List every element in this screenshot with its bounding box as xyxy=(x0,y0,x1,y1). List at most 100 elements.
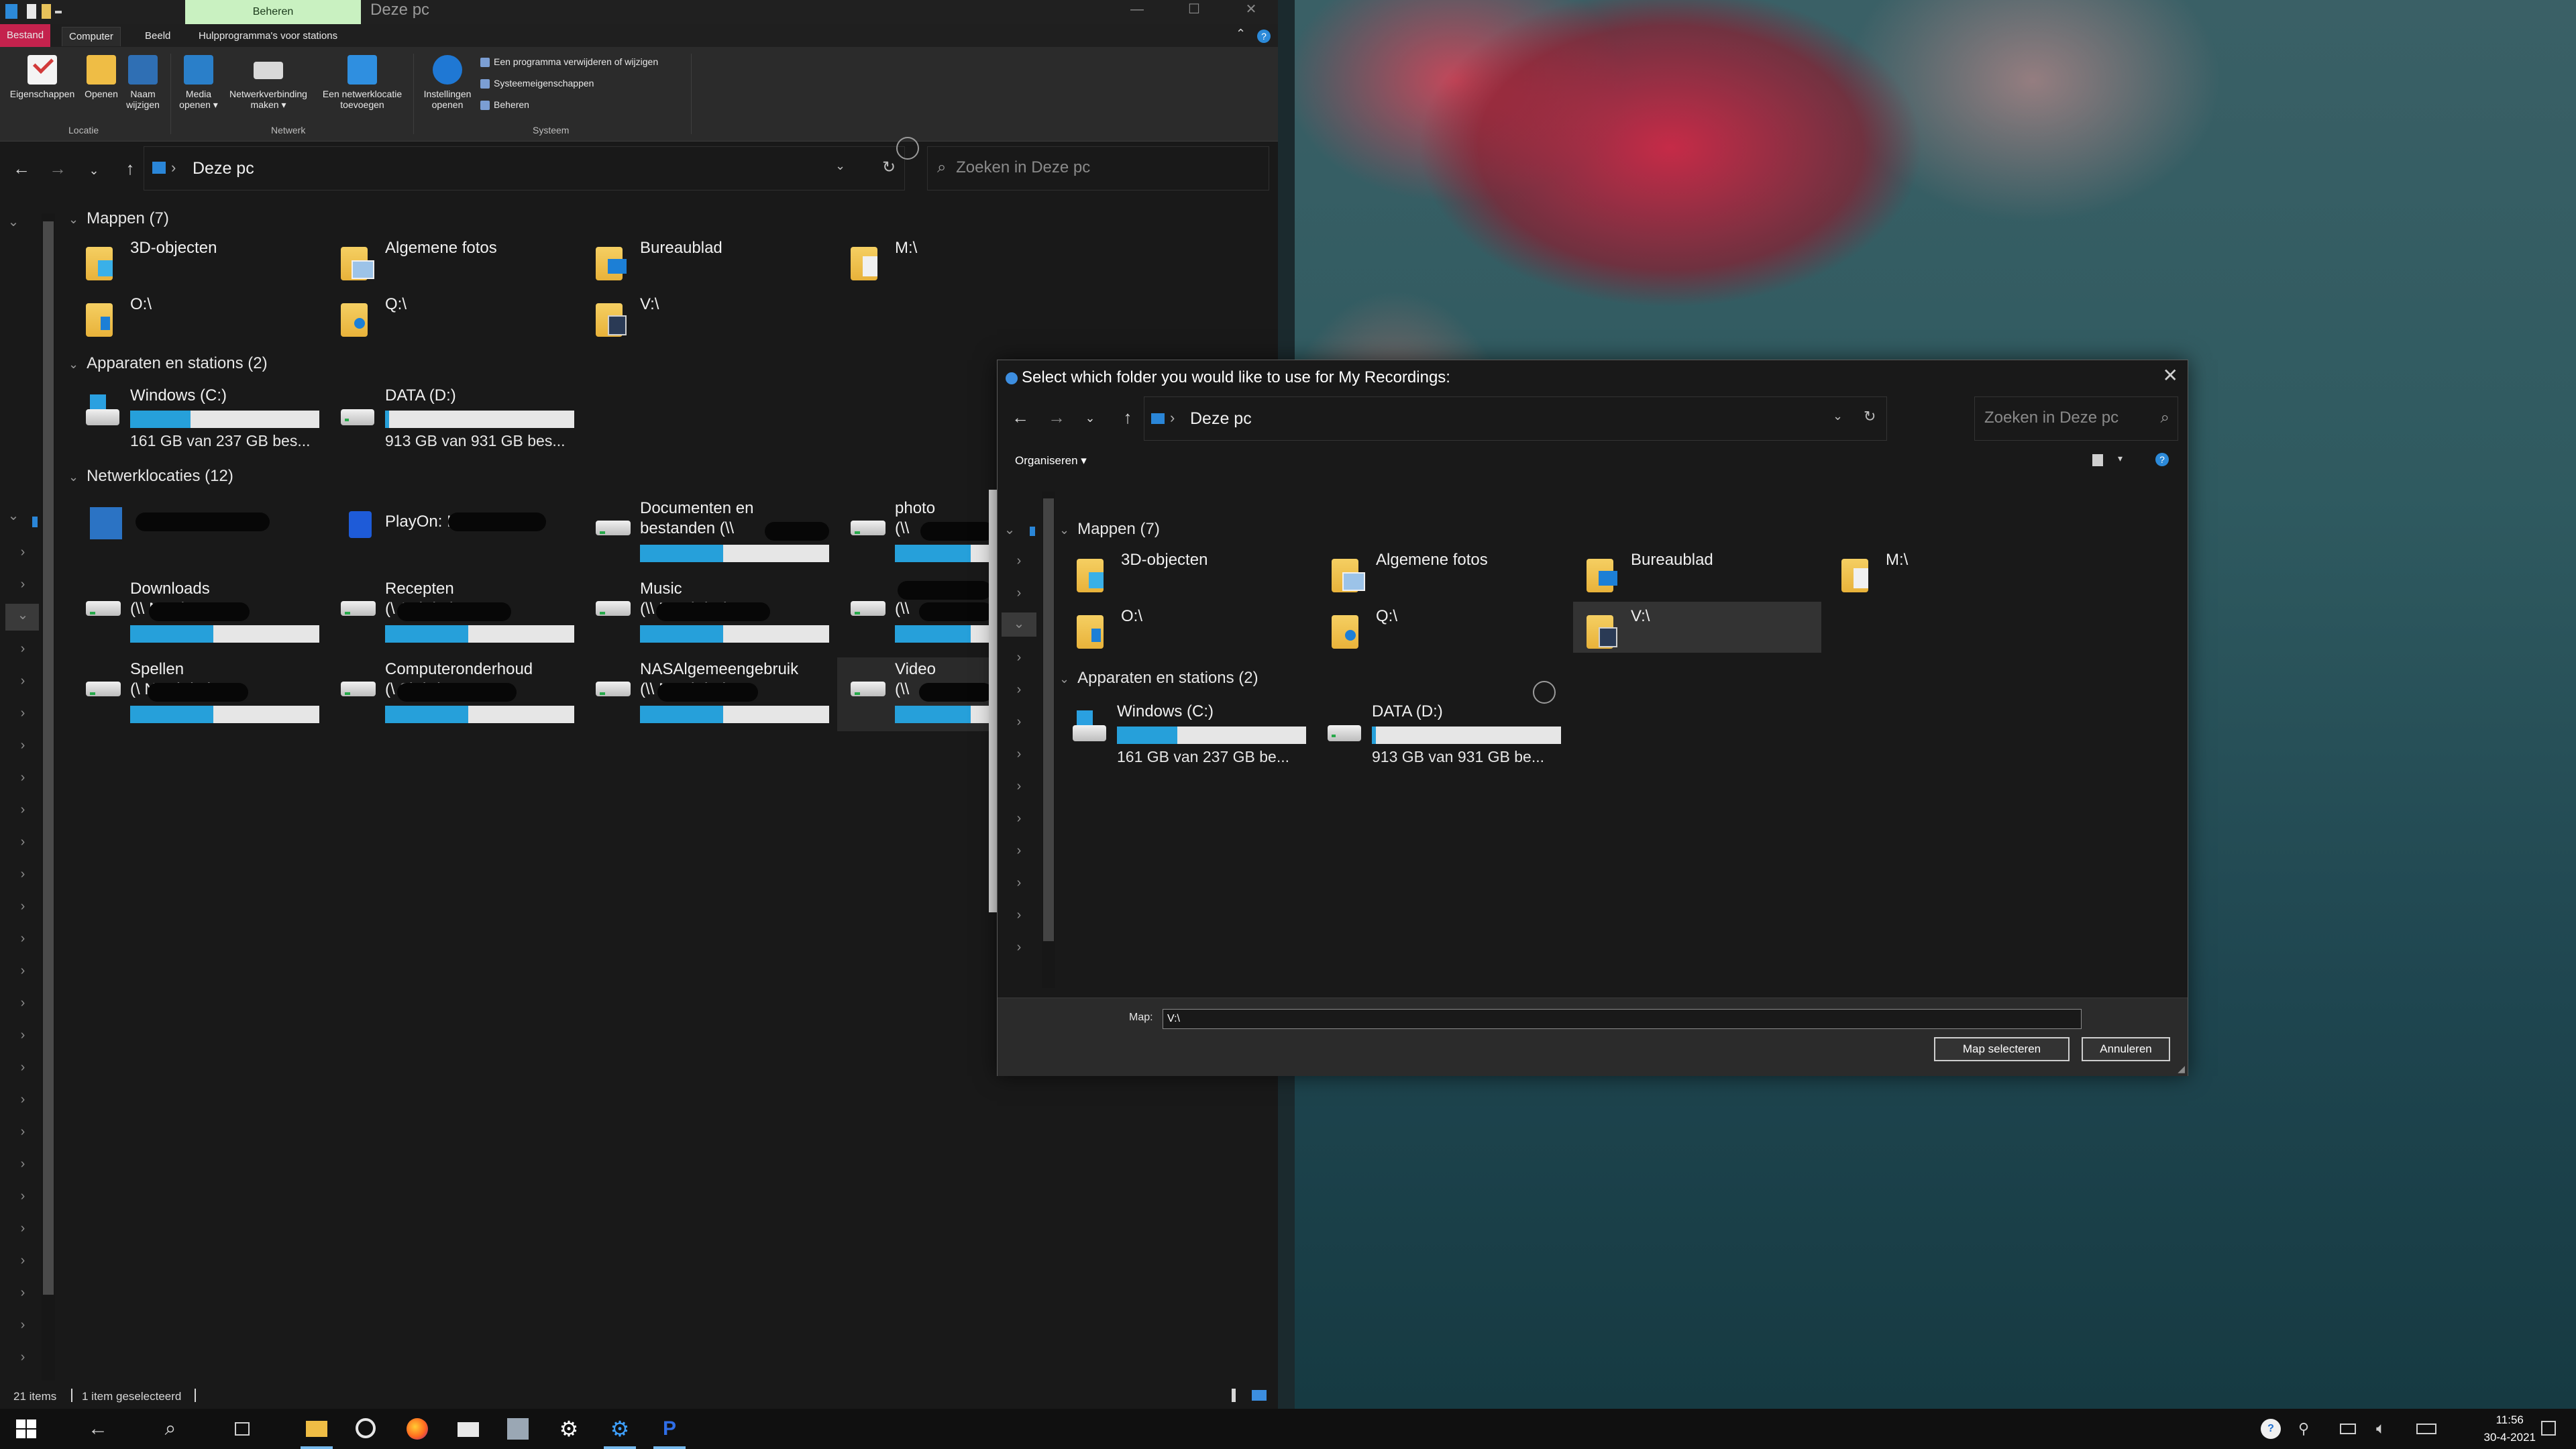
search-input[interactable]: Zoeken in Deze pc ⌕ xyxy=(1974,396,2178,441)
properties-quick-icon[interactable] xyxy=(27,4,36,19)
app-taskbar-icon[interactable] xyxy=(354,1417,378,1441)
drive-tile-d[interactable]: DATA (D:) 913 GB van 931 GB be... xyxy=(1314,700,1562,773)
expand-chevron-icon[interactable]: › xyxy=(16,931,30,947)
organize-menu[interactable]: Organiseren ▾ xyxy=(1015,454,1087,468)
windows-start-icon[interactable] xyxy=(15,1417,39,1441)
expand-chevron-icon[interactable]: › xyxy=(16,835,30,850)
address-field[interactable]: › Deze pc ⌄ ↻ xyxy=(1144,396,1887,441)
breadcrumb-location[interactable]: Deze pc xyxy=(193,159,254,178)
network-location-tile[interactable]: NASAlgemeengebruik (\\ NAS) (U:) xyxy=(582,657,830,731)
expand-chevron-icon[interactable]: › xyxy=(16,1350,30,1365)
expand-chevron-icon[interactable]: › xyxy=(16,1124,30,1140)
folder-tile[interactable]: O:\ xyxy=(72,292,321,346)
drive-tile-d[interactable]: DATA (D:) 913 GB van 931 GB bes... xyxy=(327,384,576,458)
forward-arrow-icon[interactable]: → xyxy=(1043,407,1070,428)
collapse-chevron-icon[interactable]: ⌄ xyxy=(1003,521,1016,538)
uninstall-program-button[interactable]: Een programma verwijderen of wijzigen xyxy=(480,56,658,68)
tab-manage[interactable]: Beheren xyxy=(185,0,361,24)
expand-chevron-icon[interactable]: › xyxy=(16,867,30,882)
forward-arrow-icon[interactable]: → xyxy=(44,158,71,179)
collapse-ribbon-icon[interactable]: ⌃ xyxy=(1236,27,1246,41)
tab-drive-tools[interactable]: Hulpprogramma's voor stations xyxy=(192,27,344,46)
open-settings-button[interactable]: Instellingen openen xyxy=(417,55,478,110)
clock[interactable]: 11:56 30-4-2021 xyxy=(2483,1411,2536,1446)
expand-chevron-icon[interactable]: › xyxy=(1012,586,1026,601)
media-open-button[interactable]: Media openen ▾ xyxy=(176,55,221,110)
back-arrow-icon[interactable]: ← xyxy=(8,158,35,179)
network-location-tile[interactable]: photo (\\ xyxy=(837,496,989,570)
folder-tile[interactable]: 3D-objecten xyxy=(1063,548,1311,602)
back-arrow-icon[interactable]: ← xyxy=(1007,407,1034,428)
view-options-icon[interactable] xyxy=(2092,454,2103,466)
expand-chevron-icon[interactable]: › xyxy=(16,770,30,786)
help-icon[interactable]: ? xyxy=(1257,30,1271,43)
close-button[interactable]: ✕ xyxy=(1228,0,1275,20)
up-arrow-icon[interactable]: ↑ xyxy=(117,158,144,179)
folder-tile[interactable]: Bureaublad xyxy=(1573,548,1821,602)
help-icon[interactable]: ? xyxy=(2155,453,2169,466)
network-location-tile[interactable] xyxy=(72,496,321,570)
firefox-icon[interactable] xyxy=(405,1417,429,1441)
folder-tile[interactable]: Algemene fotos xyxy=(327,236,576,290)
expand-chevron-icon[interactable]: › xyxy=(16,1318,30,1333)
expand-chevron-icon[interactable]: › xyxy=(1012,940,1026,955)
expand-chevron-icon[interactable]: › xyxy=(16,1028,30,1043)
collapse-chevron-icon[interactable]: ⌄ xyxy=(16,606,30,623)
network-location-tile[interactable]: (\\ xyxy=(837,577,989,651)
expand-chevron-icon[interactable]: › xyxy=(16,1157,30,1172)
expand-chevron-icon[interactable]: › xyxy=(1012,843,1026,859)
network-location-tile[interactable]: Documenten en bestanden (\\ xyxy=(582,496,830,570)
expand-chevron-icon[interactable]: › xyxy=(16,641,30,657)
maximize-button[interactable]: ☐ xyxy=(1171,0,1218,20)
select-folder-button[interactable]: Map selecteren xyxy=(1934,1037,2070,1061)
map-network-drive-button[interactable]: Netwerkverbinding maken ▾ xyxy=(223,55,314,110)
expand-chevron-icon[interactable]: › xyxy=(16,1060,30,1075)
chevron-down-icon[interactable] xyxy=(55,11,62,13)
up-arrow-icon[interactable]: ↑ xyxy=(1114,407,1141,428)
folder-tile[interactable]: Algemene fotos xyxy=(1318,548,1566,602)
expand-chevron-icon[interactable]: › xyxy=(16,545,30,560)
network-location-tile[interactable]: Video (\\ xyxy=(837,657,989,731)
address-field[interactable]: › Deze pc ⌄ ↻ xyxy=(144,146,905,191)
network-location-tile[interactable]: Music (\\ NAS) (Q:) xyxy=(582,577,830,651)
open-button[interactable]: Openen xyxy=(80,55,122,99)
expand-chevron-icon[interactable]: › xyxy=(16,674,30,689)
expand-chevron-icon[interactable]: › xyxy=(1012,908,1026,923)
expand-chevron-icon[interactable]: › xyxy=(1012,875,1026,891)
resize-grip-icon[interactable]: ◢ xyxy=(2178,1063,2185,1075)
expand-chevron-icon[interactable]: › xyxy=(1012,779,1026,794)
expand-chevron-icon[interactable]: › xyxy=(1012,650,1026,665)
folder-tile[interactable]: M:\ xyxy=(837,236,1085,290)
gear-icon[interactable]: ⚙ xyxy=(557,1417,581,1441)
network-location-tile[interactable]: Computeronderhoud (\ S) (T:) xyxy=(327,657,576,731)
tab-file[interactable]: Bestand xyxy=(0,24,51,47)
expand-chevron-icon[interactable]: › xyxy=(1012,714,1026,730)
group-header-devices[interactable]: ⌄ Apparaten en stations (2) xyxy=(1059,669,1258,688)
title-bar[interactable]: Beheren Deze pc — ☐ ✕ xyxy=(0,0,1278,24)
manage-button[interactable]: Beheren xyxy=(480,99,529,111)
tab-computer[interactable]: Computer xyxy=(62,27,121,46)
folder-path-input[interactable]: V:\ xyxy=(1163,1009,2082,1029)
tab-view[interactable]: Beeld xyxy=(138,27,177,46)
drive-tile-c[interactable]: Windows (C:) 161 GB van 237 GB bes... xyxy=(72,384,321,458)
group-header-network[interactable]: ⌄ Netwerklocaties (12) xyxy=(68,467,233,486)
address-dropdown-chevron-icon[interactable]: ⌄ xyxy=(1833,409,1843,423)
folder-tile[interactable]: 3D-objecten xyxy=(72,236,321,290)
action-center-icon[interactable] xyxy=(2537,1417,2561,1441)
folder-tile[interactable]: M:\ xyxy=(1828,548,2076,602)
search-icon[interactable]: ⌕ xyxy=(158,1417,182,1441)
refresh-icon[interactable]: ↻ xyxy=(882,158,896,177)
settings-app-gear-icon[interactable]: ⚙ xyxy=(604,1417,636,1449)
expand-chevron-icon[interactable]: › xyxy=(1012,747,1026,762)
task-view-icon[interactable] xyxy=(232,1417,256,1441)
breadcrumb-location[interactable]: Deze pc xyxy=(1190,409,1252,429)
group-header-folders[interactable]: ⌄ Mappen (7) xyxy=(68,209,169,228)
folder-tile[interactable]: O:\ xyxy=(1063,604,1311,658)
file-explorer-taskbar-icon[interactable] xyxy=(301,1417,333,1449)
expand-chevron-icon[interactable]: › xyxy=(16,802,30,818)
expand-chevron-icon[interactable]: › xyxy=(16,1189,30,1204)
expand-chevron-icon[interactable]: › xyxy=(16,577,30,592)
close-icon[interactable]: ✕ xyxy=(2163,364,2178,386)
large-icons-view-icon[interactable] xyxy=(1252,1390,1267,1401)
expand-chevron-icon[interactable]: › xyxy=(16,738,30,753)
